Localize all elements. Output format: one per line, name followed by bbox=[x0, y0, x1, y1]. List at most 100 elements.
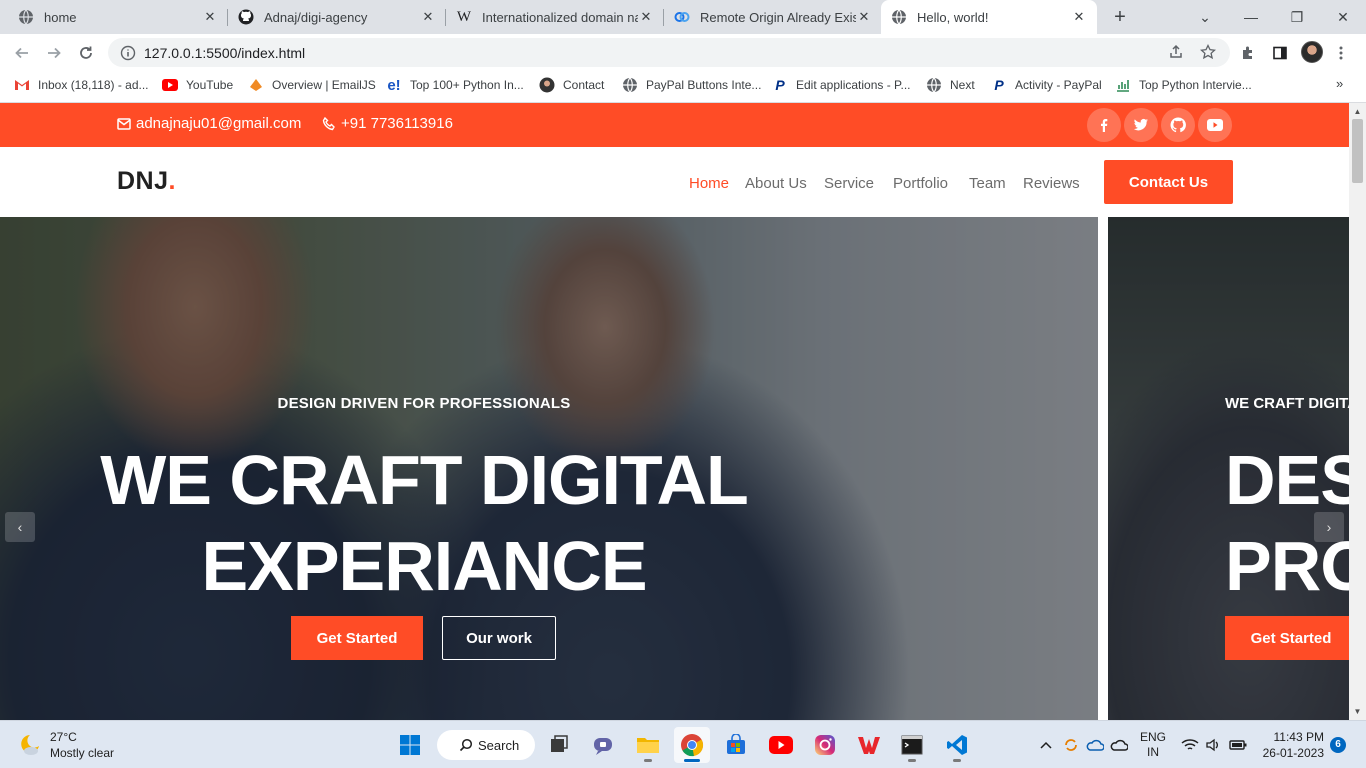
info-icon[interactable] bbox=[120, 45, 136, 61]
nav-link-reviews[interactable]: Reviews bbox=[1023, 175, 1080, 192]
bookmark-edit-applications[interactable]: P Edit applications - P... bbox=[772, 71, 910, 99]
get-started-button[interactable]: Get Started bbox=[291, 616, 423, 660]
minimize-button[interactable]: — bbox=[1228, 0, 1274, 34]
terminal-button[interactable] bbox=[894, 727, 930, 763]
hero-title-line-1: WE CRAFT DIGITAL bbox=[100, 441, 749, 519]
bookmark-python-interview[interactable]: e! Top 100+ Python In... bbox=[386, 71, 523, 99]
tab-title: Internationalized domain nam bbox=[482, 9, 638, 25]
cloud-icon[interactable] bbox=[1110, 721, 1128, 768]
volume-icon[interactable] bbox=[1205, 721, 1221, 768]
back-button[interactable] bbox=[9, 40, 35, 66]
sync-icon[interactable] bbox=[1062, 721, 1080, 768]
notification-badge[interactable]: 6 bbox=[1330, 737, 1346, 753]
teams-chat-button[interactable] bbox=[585, 727, 621, 763]
hero-title-line-1: DES bbox=[1225, 441, 1349, 519]
menu-kebab-icon[interactable] bbox=[1330, 42, 1352, 64]
nav-link-team[interactable]: Team bbox=[969, 175, 1006, 192]
clock-time: 11:43 PM bbox=[1273, 730, 1324, 744]
nav-link-about-us[interactable]: About Us bbox=[745, 175, 807, 192]
tab-hello-world[interactable]: Hello, world! ✕ bbox=[881, 0, 1097, 34]
folder-icon bbox=[637, 738, 659, 753]
new-tab-button[interactable]: + bbox=[1108, 5, 1132, 29]
url-text[interactable]: 127.0.0.1:5500/index.html bbox=[144, 45, 305, 61]
carousel-next-button[interactable]: › bbox=[1314, 512, 1344, 542]
scrollbar-thumb[interactable] bbox=[1352, 119, 1363, 183]
system-clock[interactable]: 11:43 PM 26-01-2023 bbox=[1258, 729, 1324, 761]
chrome-button[interactable] bbox=[674, 727, 710, 763]
bookmark-next[interactable]: Next bbox=[926, 71, 975, 99]
side-panel-icon[interactable] bbox=[1269, 42, 1291, 64]
our-work-button[interactable]: Our work bbox=[442, 616, 556, 660]
restore-button[interactable]: ❐ bbox=[1274, 0, 1320, 34]
bookmark-inbox[interactable]: Inbox (18,118) - ad... bbox=[14, 71, 149, 99]
bookmarks-overflow-button[interactable]: » bbox=[1336, 76, 1343, 91]
get-started-button[interactable]: Get Started bbox=[1225, 616, 1349, 660]
close-icon[interactable]: ✕ bbox=[856, 9, 872, 25]
close-icon[interactable]: ✕ bbox=[202, 9, 218, 25]
bookmark-label: YouTube bbox=[186, 78, 234, 92]
vscode-button[interactable] bbox=[939, 727, 975, 763]
window-close-button[interactable]: ✕ bbox=[1320, 0, 1366, 34]
tab-wikipedia[interactable]: W Internationalized domain nam ✕ bbox=[446, 0, 664, 34]
youtube-app-button[interactable] bbox=[763, 727, 799, 763]
carousel-prev-button[interactable]: ‹ bbox=[5, 512, 35, 542]
email-text: adnajnaju01@gmail.com bbox=[136, 115, 302, 132]
file-explorer-button[interactable] bbox=[630, 727, 666, 763]
edureka-icon: e! bbox=[387, 76, 401, 94]
tray-overflow-icon[interactable] bbox=[1039, 721, 1053, 768]
nav-link-service[interactable]: Service bbox=[824, 175, 874, 192]
language-indicator[interactable]: ENG IN bbox=[1140, 721, 1166, 768]
task-view-icon bbox=[551, 735, 568, 752]
running-indicator bbox=[644, 759, 652, 762]
extensions-icon[interactable] bbox=[1237, 42, 1259, 64]
microsoft-store-button[interactable] bbox=[718, 727, 754, 763]
facebook-link[interactable] bbox=[1087, 108, 1121, 142]
address-bar[interactable]: 127.0.0.1:5500/index.html bbox=[108, 38, 1230, 67]
tab-search-icon[interactable]: ⌄ bbox=[1182, 0, 1228, 34]
bookmark-activity-paypal[interactable]: P Activity - PayPal bbox=[991, 71, 1101, 99]
wps-office-button[interactable] bbox=[851, 727, 887, 763]
page-scrollbar[interactable]: ▲ ▼ bbox=[1349, 103, 1366, 720]
reload-button[interactable] bbox=[73, 40, 99, 66]
share-icon[interactable] bbox=[1166, 42, 1186, 62]
tab-remote-origin[interactable]: Remote Origin Already Exists ✕ bbox=[664, 0, 882, 34]
site-logo[interactable]: DNJ. bbox=[117, 167, 176, 196]
taskbar-search[interactable]: Search bbox=[437, 730, 535, 760]
nav-link-portfolio[interactable]: Portfolio bbox=[893, 175, 948, 192]
bookmark-python-questions[interactable]: Top Python Intervie... bbox=[1115, 71, 1252, 99]
nav-link-home[interactable]: Home bbox=[689, 175, 729, 192]
bookmark-youtube[interactable]: YouTube bbox=[162, 71, 233, 99]
star-icon[interactable] bbox=[1198, 42, 1218, 62]
task-view-button[interactable] bbox=[541, 727, 577, 763]
close-icon[interactable]: ✕ bbox=[420, 9, 436, 25]
onedrive-icon[interactable] bbox=[1086, 721, 1104, 768]
weather-widget[interactable]: 27°C Mostly clear bbox=[16, 729, 114, 761]
tab-strip: home ✕ Adnaj/digi-agency ✕ W Internation… bbox=[0, 0, 1366, 34]
tab-title: home bbox=[44, 9, 77, 25]
bookmark-label: Contact bbox=[563, 78, 605, 92]
scroll-down-icon[interactable]: ▼ bbox=[1353, 707, 1362, 716]
language-code: ENG bbox=[1140, 730, 1167, 744]
github-link[interactable] bbox=[1161, 108, 1195, 142]
scroll-up-icon[interactable]: ▲ bbox=[1353, 107, 1362, 116]
running-indicator bbox=[953, 759, 961, 762]
globe-icon bbox=[891, 9, 907, 25]
close-icon[interactable]: ✕ bbox=[1071, 9, 1087, 25]
profile-avatar[interactable] bbox=[1301, 41, 1323, 63]
close-icon[interactable]: ✕ bbox=[638, 9, 654, 25]
contact-us-button[interactable]: Contact Us bbox=[1104, 160, 1233, 204]
tab-home[interactable]: home ✕ bbox=[8, 0, 228, 34]
phone-contact[interactable]: +91 7736113916 bbox=[322, 115, 453, 132]
start-button[interactable] bbox=[392, 727, 428, 763]
tab-github[interactable]: Adnaj/digi-agency ✕ bbox=[228, 0, 446, 34]
bookmark-paypal-buttons[interactable]: PayPal Buttons Inte... bbox=[622, 71, 761, 99]
youtube-link[interactable] bbox=[1198, 108, 1232, 142]
battery-icon[interactable] bbox=[1228, 721, 1248, 768]
email-contact[interactable]: adnajnaju01@gmail.com bbox=[117, 115, 301, 132]
instagram-button[interactable] bbox=[807, 727, 843, 763]
twitter-link[interactable] bbox=[1124, 108, 1158, 142]
bookmark-emailjs[interactable]: Overview | EmailJS bbox=[248, 71, 376, 99]
bookmark-contact[interactable]: Contact bbox=[539, 71, 604, 99]
wifi-icon[interactable] bbox=[1181, 721, 1199, 768]
forward-button[interactable] bbox=[41, 40, 67, 66]
